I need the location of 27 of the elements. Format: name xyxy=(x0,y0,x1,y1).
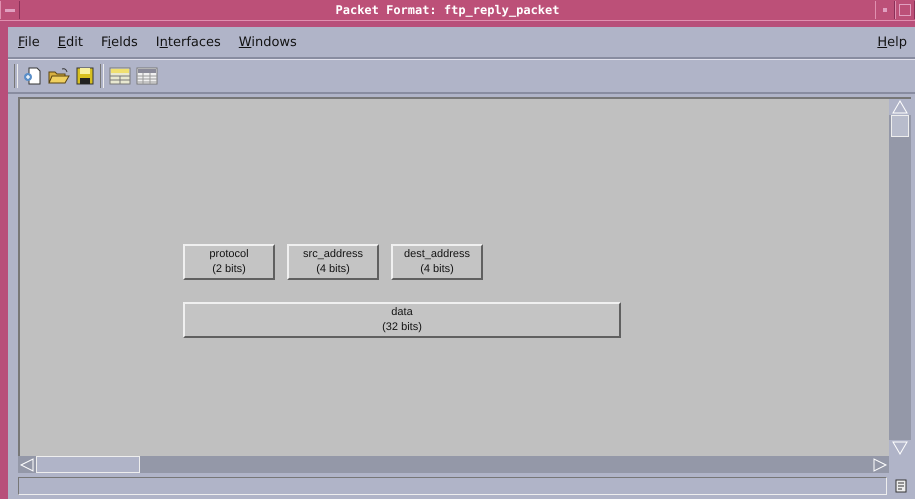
document-icon[interactable] xyxy=(893,478,909,494)
scroll-thumb[interactable] xyxy=(36,456,140,473)
minimize-icon[interactable] xyxy=(875,1,895,19)
scroll-left-icon[interactable] xyxy=(18,456,36,473)
vertical-scrollbar[interactable] xyxy=(889,97,911,456)
menu-item[interactable]: Fields xyxy=(100,34,138,50)
menu-item[interactable]: Edit xyxy=(58,34,83,50)
menu-item[interactable]: Help xyxy=(877,34,907,50)
menu-item[interactable]: Windows xyxy=(238,34,297,50)
window-menu-icon[interactable] xyxy=(0,1,20,19)
scroll-up-icon[interactable] xyxy=(889,99,911,115)
packet-field[interactable]: data (32 bits) xyxy=(183,302,621,338)
new-document-icon[interactable] xyxy=(23,66,43,86)
attributes-table-icon[interactable] xyxy=(136,66,158,86)
packet-field[interactable]: protocol (2 bits) xyxy=(183,244,275,280)
packet-field[interactable]: dest_address (4 bits) xyxy=(391,244,483,280)
horizontal-scrollbar[interactable] xyxy=(18,456,889,473)
menu-item[interactable]: Interfaces xyxy=(156,34,221,50)
window-title: Packet Format: ftp_reply_packet xyxy=(334,3,560,17)
packet-field[interactable]: src_address (4 bits) xyxy=(287,244,379,280)
folder-icon[interactable] xyxy=(48,66,70,86)
fields-layout-icon[interactable] xyxy=(109,66,131,86)
scroll-right-icon[interactable] xyxy=(871,456,889,473)
scroll-thumb[interactable] xyxy=(891,115,909,137)
menu-item[interactable]: File xyxy=(18,34,40,50)
maximize-icon[interactable] xyxy=(895,1,915,19)
save-icon[interactable] xyxy=(75,66,95,86)
